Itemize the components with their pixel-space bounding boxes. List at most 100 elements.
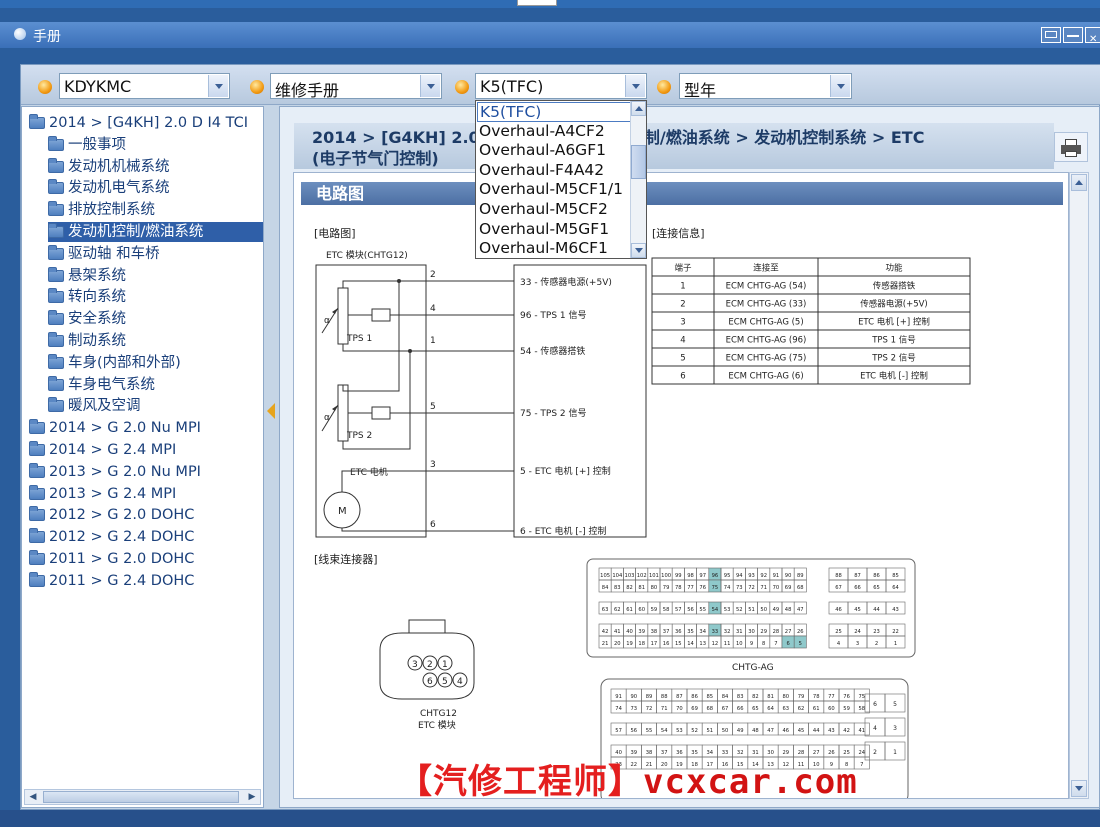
- breadcrumb-line1: 2014 > [G4KH] 2.0 D I4 TCI > 发动机控制/燃油系统 …: [312, 128, 925, 147]
- brand-select[interactable]: KDYKMC: [59, 73, 230, 99]
- junction: [397, 279, 401, 283]
- connector-pin-number: 4: [837, 641, 841, 647]
- tps1-symbol: TPS 1 α: [321, 287, 391, 345]
- connector-pin-number: 61: [626, 607, 633, 613]
- folder-icon: [29, 484, 45, 500]
- tree-item[interactable]: 一般事项: [48, 135, 126, 155]
- manual-type-select[interactable]: 维修手册: [270, 73, 442, 100]
- watermark-site: vcxcar.com: [643, 762, 858, 802]
- connector-pin-number: 81: [767, 694, 774, 700]
- tree-folder[interactable]: 2012 > G 2.4 DOHC: [29, 527, 194, 547]
- tree-folder[interactable]: 2011 > G 2.0 DOHC: [29, 549, 194, 569]
- chtg12-pin: 6: [427, 677, 433, 687]
- tree-item[interactable]: 发动机控制/燃油系统: [48, 222, 263, 242]
- pin-number: 2: [430, 270, 436, 280]
- model-year-select[interactable]: 型年: [679, 73, 852, 100]
- connector-pin-number: 36: [675, 629, 682, 635]
- tree-item-label: 2014 > G 2.4 MPI: [49, 442, 177, 458]
- motor-symbol: M: [338, 506, 347, 517]
- ecm-pins: 33 - 传感器电源(+5V) 96 - TPS 1 信号 54 - 传感器搭铁…: [520, 276, 612, 537]
- tree-item[interactable]: 车身电气系统: [48, 375, 155, 395]
- top-tab[interactable]: [517, 0, 557, 6]
- connector-pin-number: 79: [663, 585, 670, 591]
- watermark: 【汽修工程师】vcxcar.com: [398, 754, 858, 803]
- tree-item-label: 2011 > G 2.4 DOHC: [49, 572, 195, 589]
- connector-pin-number: 104: [612, 573, 623, 579]
- connector-label: CHTG-AG: [732, 663, 774, 673]
- tree-item-label: 2014 > [G4KH] 2.0 D I4 TCI: [49, 115, 249, 131]
- connector-pin-number: 68: [797, 585, 804, 591]
- tree-folder[interactable]: 2012 > G 2.0 DOHC: [29, 505, 194, 525]
- junction: [408, 349, 412, 353]
- folder-icon: [48, 223, 64, 238]
- close-button[interactable]: ✕: [1085, 27, 1100, 45]
- dropdown-option[interactable]: Overhaul-A6GF1: [477, 141, 631, 161]
- chevron-down-icon[interactable]: [830, 75, 850, 97]
- horizontal-scrollbar[interactable]: ◀ ▶: [24, 789, 261, 805]
- dropdown-option[interactable]: Overhaul-A4CF2: [477, 122, 631, 142]
- connector-pin-number: 44: [873, 607, 880, 613]
- tree-item[interactable]: 制动系统: [48, 331, 126, 351]
- tree-item[interactable]: 驱动轴 和车桥: [48, 244, 160, 264]
- scroll-up-icon[interactable]: [631, 101, 646, 116]
- tree-folder[interactable]: 2011 > G 2.4 DOHC: [29, 571, 194, 591]
- dropdown-option[interactable]: Overhaul-M5GF1: [477, 220, 631, 240]
- model-dropdown-list[interactable]: K5(TFC) Overhaul-A4CF2 Overhaul-A6GF1 Overh…: [475, 100, 647, 259]
- close-icon: ✕: [1089, 34, 1098, 45]
- tree-item[interactable]: 悬架系统: [48, 266, 126, 286]
- connector-pin-number: 74: [615, 706, 622, 712]
- connector-pin-number: 43: [892, 607, 899, 613]
- model-select[interactable]: K5(TFC): [475, 73, 647, 99]
- connector-pin-number: 6: [873, 701, 877, 708]
- panel-splitter[interactable]: [265, 106, 279, 808]
- tree-item[interactable]: 排放控制系统: [48, 200, 155, 220]
- print-button[interactable]: [1054, 132, 1088, 162]
- tree-item[interactable]: 安全系统: [48, 309, 126, 329]
- chevron-down-icon[interactable]: [420, 75, 440, 97]
- dropdown-option[interactable]: Overhaul-M5CF1/1: [477, 180, 631, 200]
- alpha-label: α: [324, 316, 330, 326]
- tree-item[interactable]: 发动机电气系统: [48, 178, 170, 198]
- tps1-label: TPS 1: [346, 334, 372, 344]
- table-cell: ECM CHTG-AG (6): [728, 372, 803, 382]
- dropdown-option[interactable]: K5(TFC): [477, 102, 631, 122]
- tree-folder[interactable]: 2014 > [G4KH] 2.0 D I4 TCI: [29, 113, 248, 133]
- tree-folder[interactable]: 2013 > G 2.4 MPI: [29, 484, 176, 504]
- connector-pin-number: 89: [797, 573, 804, 579]
- connector-pin-number: 84: [602, 585, 609, 591]
- connector-pin-number: 63: [602, 607, 609, 613]
- tree-item[interactable]: 车身(内部和外部): [48, 353, 181, 373]
- dropdown-option[interactable]: Overhaul-M6CF1: [477, 239, 631, 258]
- tree-item[interactable]: 发动机机械系统: [48, 157, 170, 177]
- tree-item[interactable]: 转向系统: [48, 287, 126, 307]
- scroll-right-icon[interactable]: ▶: [245, 791, 259, 803]
- scroll-thumb[interactable]: [631, 145, 646, 179]
- restore-button[interactable]: [1041, 27, 1061, 43]
- minimize-button[interactable]: [1063, 27, 1083, 43]
- connector-pin-number: 86: [691, 694, 698, 700]
- tree-folder[interactable]: 2014 > G 2.0 Nu MPI: [29, 418, 201, 438]
- scroll-down-icon[interactable]: [631, 243, 646, 258]
- connector-pin-number: 52: [691, 728, 698, 734]
- vertical-scrollbar[interactable]: [1069, 172, 1089, 799]
- dropdown-option[interactable]: Overhaul-F4A42: [477, 161, 631, 181]
- folder-icon: [48, 157, 64, 173]
- tree-folder[interactable]: 2013 > G 2.0 Nu MPI: [29, 462, 201, 482]
- collapse-arrow-icon[interactable]: [267, 403, 275, 419]
- connector-pin-number: 20: [614, 641, 621, 647]
- scroll-up-icon[interactable]: [1071, 174, 1087, 191]
- tree-item[interactable]: 暖风及空调: [48, 396, 141, 416]
- connector-pin-number: 82: [626, 585, 633, 591]
- dropdown-scrollbar[interactable]: [630, 101, 646, 258]
- chevron-down-icon[interactable]: [208, 75, 228, 97]
- tps2-label: TPS 2: [346, 431, 372, 441]
- connector-pin-number: 67: [835, 585, 842, 591]
- scroll-thumb[interactable]: [43, 791, 239, 803]
- tree-folder[interactable]: 2014 > G 2.4 MPI: [29, 440, 176, 460]
- connector-pin-number: 23: [873, 629, 880, 635]
- chevron-down-icon[interactable]: [625, 75, 645, 97]
- connector-pin-number: 38: [651, 629, 658, 635]
- dropdown-option[interactable]: Overhaul-M5CF2: [477, 200, 631, 220]
- scroll-down-icon[interactable]: [1071, 780, 1087, 797]
- scroll-left-icon[interactable]: ◀: [26, 791, 40, 803]
